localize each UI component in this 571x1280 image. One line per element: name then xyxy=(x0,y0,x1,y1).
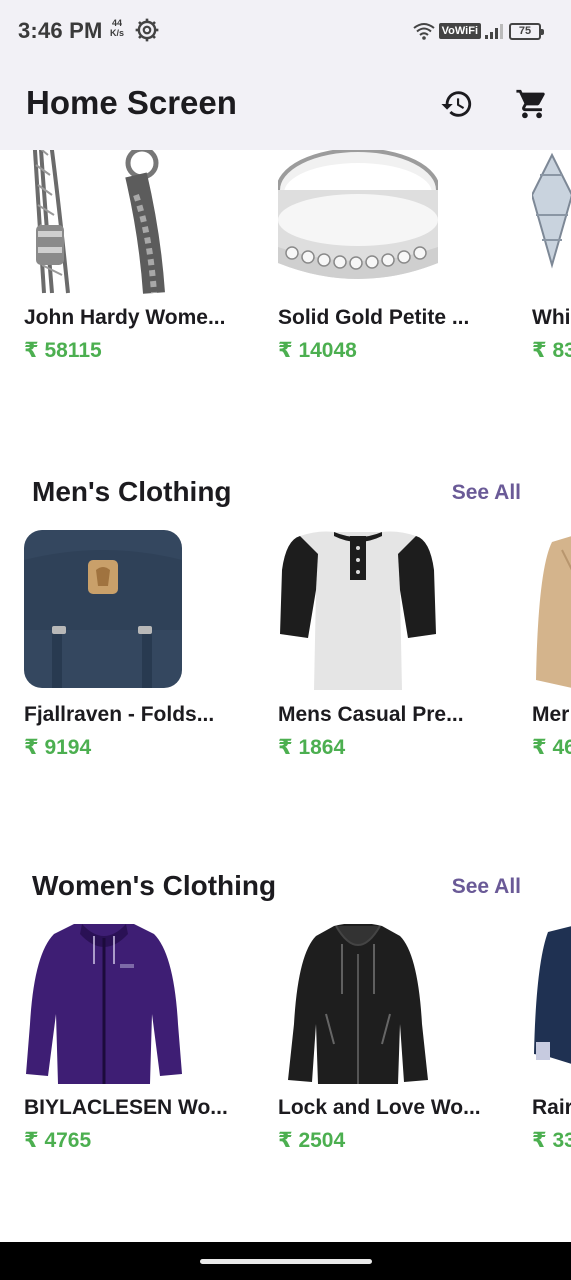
product-price: ₹ 33 xyxy=(532,1129,571,1152)
network-speed: 44 K/s xyxy=(110,18,124,38)
product-card[interactable]: Mens Casual Pre... ₹ 1864 xyxy=(278,530,488,759)
network-speed-unit: K/s xyxy=(110,28,125,38)
product-image xyxy=(532,530,571,690)
diamond-ring-image xyxy=(532,150,571,295)
product-price: ₹ 1864 xyxy=(278,736,346,759)
product-card[interactable]: Fjallraven - Folds... ₹ 9194 xyxy=(24,530,234,759)
see-all-mens-clothing-link[interactable]: See All xyxy=(452,481,521,505)
product-name: John Hardy Wome... xyxy=(24,306,226,329)
history-icon xyxy=(441,91,472,117)
leather-jacket-image xyxy=(278,924,438,1084)
product-card[interactable]: BIYLACLESEN Wo... ₹ 4765 xyxy=(24,924,234,1152)
ring-image xyxy=(278,150,438,295)
jewelery-product-row[interactable]: John Hardy Wome... ₹ 58115 Solid Gold Pe… xyxy=(0,150,571,380)
product-image xyxy=(24,150,184,295)
network-speed-value: 44 xyxy=(112,18,123,28)
product-card[interactable]: Mer ₹ 46 xyxy=(532,530,571,759)
navy-coat-image xyxy=(532,924,571,1084)
product-card[interactable]: Whi ₹ 83 xyxy=(532,150,571,362)
product-name: Fjallraven - Folds... xyxy=(24,703,215,726)
wifi-icon xyxy=(413,23,435,40)
product-card[interactable]: John Hardy Wome... ₹ 58115 xyxy=(24,150,234,362)
product-name: Mens Casual Pre... xyxy=(278,703,464,726)
system-navigation-bar xyxy=(0,1242,571,1280)
womens-clothing-product-row[interactable]: BIYLACLESEN Wo... ₹ 4765 Lock and Love W… xyxy=(0,924,571,1164)
history-button[interactable] xyxy=(437,84,477,124)
vowifi-badge: VoWiFi xyxy=(438,23,481,39)
product-name: Whi xyxy=(532,306,571,329)
status-icons: VoWiFi 75 xyxy=(413,19,544,43)
product-image xyxy=(532,924,571,1084)
status-time: 3:46 PM xyxy=(18,18,103,43)
jacket-image xyxy=(532,530,571,690)
page-title: Home Screen xyxy=(26,84,237,121)
product-price: ₹ 46 xyxy=(532,736,571,759)
signal-icon xyxy=(485,24,503,39)
battery-icon: 75 xyxy=(509,22,544,40)
mens-clothing-product-row[interactable]: Fjallraven - Folds... ₹ 9194 Mens Casual… xyxy=(0,530,571,770)
product-name: BIYLACLESEN Wo... xyxy=(24,1096,228,1119)
product-image xyxy=(532,150,571,295)
product-price: ₹ 2504 xyxy=(278,1129,346,1152)
section-title-mens-clothing: Men's Clothing xyxy=(32,476,232,507)
product-image xyxy=(24,924,184,1084)
product-name: Lock and Love Wo... xyxy=(278,1096,481,1119)
product-price: ₹ 14048 xyxy=(278,339,357,362)
product-image xyxy=(24,530,184,690)
product-name: Solid Gold Petite ... xyxy=(278,306,470,329)
product-image xyxy=(278,150,438,295)
settings-gear-icon xyxy=(135,18,159,42)
see-all-womens-clothing-link[interactable]: See All xyxy=(452,875,521,899)
product-price: ₹ 9194 xyxy=(24,736,92,759)
product-card[interactable]: Rair ₹ 33 xyxy=(532,924,571,1152)
product-image xyxy=(278,530,438,690)
cart-icon xyxy=(516,89,545,119)
status-bar: 3:46 PM 44 K/s VoWiFi 75 xyxy=(0,0,571,62)
product-price: ₹ 83 xyxy=(532,339,571,362)
cart-button[interactable] xyxy=(512,84,552,124)
tshirt-image xyxy=(278,530,438,690)
product-image xyxy=(278,924,438,1084)
product-card[interactable]: Lock and Love Wo... ₹ 2504 xyxy=(278,924,488,1152)
product-price: ₹ 4765 xyxy=(24,1129,92,1152)
product-price: ₹ 58115 xyxy=(24,339,102,362)
purple-jacket-image xyxy=(24,924,184,1084)
backpack-image xyxy=(24,530,184,690)
product-card[interactable]: Solid Gold Petite ... ₹ 14048 xyxy=(278,150,488,362)
product-name: Mer xyxy=(532,703,570,726)
section-title-womens-clothing: Women's Clothing xyxy=(32,870,277,901)
bracelet-image xyxy=(24,150,184,295)
product-name: Rair xyxy=(532,1096,571,1119)
app-bar: Home Screen xyxy=(0,62,571,150)
home-gesture-handle[interactable] xyxy=(200,1259,372,1264)
